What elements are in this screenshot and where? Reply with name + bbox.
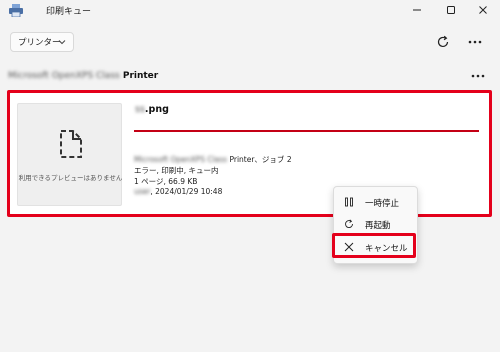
minimize-icon (413, 9, 421, 11)
job-owner-date: user, 2024/01/29 10:48 (134, 187, 222, 196)
window-title: 印刷キュー (46, 7, 92, 17)
refresh-button[interactable] (434, 33, 452, 51)
menu-item-pause[interactable]: 一時停止 (334, 192, 419, 212)
job-printer-line: Microsoft OpenXPS Class Printer、ジョブ 2 (134, 154, 292, 165)
job-status: エラー, 印刷中, キュー内 (134, 166, 219, 175)
job-progress-bar (134, 130, 479, 132)
job-file-name: ss.png (135, 104, 169, 115)
printer-name-suffix: Printer (122, 71, 159, 81)
printer-app-icon (9, 4, 23, 17)
maximize-button[interactable] (434, 0, 468, 20)
job-progress-fill (134, 130, 479, 132)
printer-dropdown-label: プリンター (18, 38, 61, 48)
pause-icon (345, 197, 353, 207)
close-button[interactable] (466, 0, 500, 20)
file-name-blurred: ss (135, 104, 145, 115)
preview-thumbnail: 利用できるプレビューはありません (17, 103, 122, 206)
more-horizontal-icon (471, 74, 485, 78)
printer-name-blurred: Microsoft OpenXPS Class (8, 71, 120, 81)
printer-dropdown-button[interactable]: プリンター (10, 32, 74, 52)
menu-item-pause-label: 一時停止 (365, 199, 400, 209)
job-date: , 2024/01/29 10:48 (150, 187, 223, 196)
close-icon (479, 6, 487, 14)
document-placeholder-icon (60, 130, 82, 158)
file-name-ext: .png (144, 104, 169, 115)
job-owner-blurred: user (134, 187, 151, 196)
printer-name: Microsoft OpenXPS Class Printer (8, 71, 158, 81)
cancel-highlight-frame (332, 233, 416, 258)
minimize-button[interactable] (400, 0, 434, 20)
restart-icon (345, 219, 353, 228)
more-horizontal-icon (468, 40, 482, 44)
job-printer-suffix: Printer、ジョブ 2 (229, 155, 292, 164)
job-printer-blurred: Microsoft OpenXPS Class (134, 155, 228, 164)
printer-more-button[interactable] (468, 69, 488, 83)
more-options-button[interactable] (464, 33, 486, 51)
refresh-icon (437, 35, 449, 48)
menu-item-restart-label: 再起動 (365, 221, 391, 231)
job-pages-size: 1 ページ, 66.9 KB (134, 177, 198, 186)
preview-unavailable-text: 利用できるプレビューはありません (18, 174, 123, 182)
maximize-icon (447, 6, 455, 14)
title-bar: 印刷キュー (0, 0, 500, 22)
chevron-down-icon (58, 40, 66, 45)
menu-item-restart[interactable]: 再起動 (334, 214, 419, 234)
